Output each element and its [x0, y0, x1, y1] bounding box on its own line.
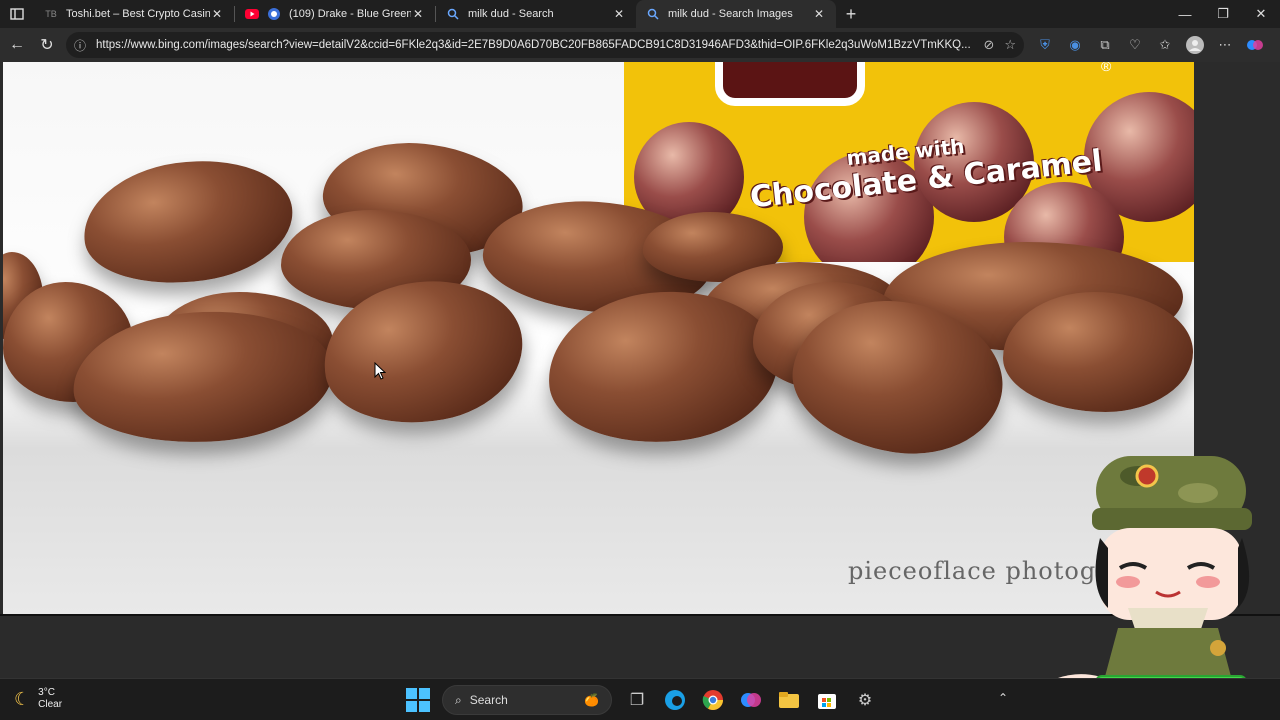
close-tab-icon[interactable]: ✕ — [812, 7, 826, 21]
back-button[interactable]: ← — [2, 30, 32, 60]
minimize-icon[interactable]: — — [1166, 0, 1204, 28]
extensions-icon[interactable]: ⧉ — [1094, 34, 1116, 56]
close-tab-icon[interactable]: ✕ — [411, 7, 425, 21]
tab-actions-icon — [10, 8, 24, 20]
close-window-icon[interactable]: ✕ — [1242, 0, 1280, 28]
tab-strip: TB Toshi.bet – Best Crypto Casino & … ✕ … — [0, 0, 1280, 28]
close-tab-icon[interactable]: ✕ — [210, 7, 224, 21]
windows-taskbar: ☾ 3°C Clear ⌕ Search 🍊 ❐ ⚙ ⌃ — [0, 678, 1280, 720]
tray-overflow-chevron-icon[interactable]: ⌃ — [998, 691, 1008, 705]
back-arrow-icon: ← — [9, 36, 25, 53]
microsoft-store-icon[interactable] — [814, 687, 840, 713]
tab-title: milk dud - Search — [468, 8, 554, 20]
bing-search-icon — [446, 7, 460, 21]
restore-icon[interactable]: ❐ — [1204, 0, 1242, 28]
edge-browser-icon[interactable] — [662, 687, 688, 713]
weather-temp: 3°C — [38, 687, 55, 698]
weather-desc: Clear — [38, 699, 63, 710]
tab-youtube[interactable]: (109) Drake - Blue Green Red ✕ — [235, 0, 435, 28]
plus-icon: + — [845, 3, 857, 24]
registered-mark: ® — [1101, 62, 1112, 74]
copilot-icon[interactable] — [1244, 34, 1266, 56]
more-menu-icon[interactable]: ⋯ — [1214, 34, 1236, 56]
bing-search-icon — [646, 7, 660, 21]
address-field[interactable]: ⓘ https://www.bing.com/images/search?vie… — [66, 32, 1024, 58]
window-controls: — ❐ ✕ — [1166, 0, 1280, 28]
browser-essentials-icon[interactable]: ♡ — [1124, 34, 1146, 56]
tab-title: (109) Drake - Blue Green Red — [289, 8, 411, 20]
search-icon: ⌕ — [455, 692, 462, 707]
read-aloud-icon[interactable]: ◉ — [1064, 34, 1086, 56]
chrome-icon[interactable] — [700, 687, 726, 713]
tab-toshi[interactable]: TB Toshi.bet – Best Crypto Casino & … ✕ — [34, 0, 234, 28]
close-tab-icon[interactable]: ✕ — [612, 7, 626, 21]
url-text[interactable]: https://www.bing.com/images/search?view=… — [96, 39, 977, 51]
refresh-button[interactable]: ↻ — [32, 30, 62, 60]
tab-title: Toshi.bet – Best Crypto Casino & … — [66, 8, 210, 20]
favorites-icon[interactable]: ✩ — [1154, 34, 1176, 56]
new-tab-button[interactable]: + — [836, 0, 866, 28]
file-explorer-icon[interactable] — [776, 687, 802, 713]
profile-avatar-icon[interactable] — [1184, 34, 1206, 56]
youtube-icon — [245, 7, 259, 21]
moon-icon: ☾ — [14, 688, 31, 709]
milk-duds-logo — [715, 62, 865, 106]
taskbar-apps: ⌕ Search 🍊 ❐ ⚙ — [406, 684, 878, 716]
tab-milk-dud-search[interactable]: milk dud - Search ✕ — [436, 0, 636, 28]
mouse-pointer-icon — [374, 362, 386, 380]
tab-actions-button[interactable] — [0, 0, 34, 28]
tracking-prevention-icon[interactable]: ⊘ — [983, 37, 994, 53]
site-info-icon[interactable]: ⓘ — [74, 37, 92, 54]
milk-duds-photo[interactable]: ® made with Chocolate & Caramel pieceofl… — [3, 62, 1194, 614]
favorite-star-icon[interactable]: ☆ — [1004, 37, 1016, 53]
shield-extension-icon[interactable]: ⛨ — [1034, 34, 1056, 56]
browser-toolbar: ⛨ ◉ ⧉ ♡ ✩ ⋯ — [1034, 28, 1266, 62]
navigation-bar: ← ↻ ⓘ https://www.bing.com/images/search… — [0, 28, 1280, 62]
weather-widget[interactable]: ☾ 3°C Clear — [14, 687, 62, 711]
tab-milk-dud-images[interactable]: milk dud - Search Images ✕ — [636, 0, 836, 28]
tab-title: milk dud - Search Images — [668, 8, 793, 20]
windows-start-icon[interactable] — [406, 688, 430, 712]
taskbar-search[interactable]: ⌕ Search 🍊 — [442, 685, 612, 715]
toshi-favicon-icon: TB — [45, 9, 57, 19]
media-playing-icon — [267, 7, 281, 21]
search-highlight-icon: 🍊 — [584, 693, 599, 707]
task-view-icon[interactable]: ❐ — [624, 687, 650, 713]
refresh-icon: ↻ — [40, 37, 54, 54]
copilot-app-icon[interactable] — [738, 687, 764, 713]
settings-gear-icon[interactable]: ⚙ — [852, 687, 878, 713]
taskbar-search-label: Search — [469, 693, 508, 707]
